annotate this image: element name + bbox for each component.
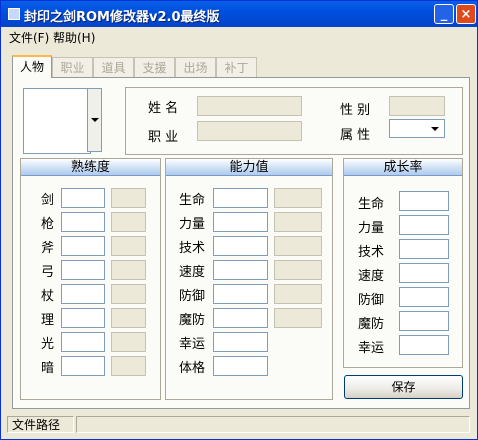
proficiency-input[interactable] [61,332,105,352]
stat-max-field[interactable] [274,188,322,208]
proficiency-rank-field[interactable] [111,308,146,328]
stat-max-field[interactable] [274,308,322,328]
character-list[interactable] [23,88,91,154]
growth-input[interactable] [399,287,449,307]
status-bar: 文件路径 [4,414,472,434]
growth-header: 成长率 [344,159,462,176]
stat-label: 技术 [179,241,206,256]
class-field[interactable] [197,121,302,141]
stat-input[interactable] [213,236,268,256]
proficiency-input[interactable] [61,260,105,280]
proficiency-input[interactable] [61,356,105,376]
proficiency-rank-field[interactable] [111,212,146,232]
proficiency-rank-field[interactable] [111,260,146,280]
tab-appearance[interactable]: 出场 [175,57,216,77]
stat-input[interactable] [213,212,268,232]
stat-label: 生命 [179,193,206,208]
growth-input[interactable] [399,239,449,259]
gender-label: 性 别 [340,103,371,118]
tab-support[interactable]: 支援 [134,57,175,77]
tab-class[interactable]: 职业 [52,57,93,77]
stat-label: 防御 [179,289,206,304]
stat-label: 力量 [179,217,206,232]
growth-input[interactable] [399,191,449,211]
gender-field[interactable] [389,96,445,116]
proficiency-input[interactable] [61,212,105,232]
proficiency-header: 熟练度 [21,159,160,176]
growth-label: 魔防 [358,317,385,332]
proficiency-rank-field[interactable] [111,356,146,376]
growth-input[interactable] [399,215,449,235]
character-list-dropdown-button[interactable] [87,88,102,152]
menu-bar: 文件(F) 帮助(H) [1,27,477,45]
close-button[interactable]: × [456,4,476,24]
stat-input[interactable] [213,332,268,352]
proficiency-input[interactable] [61,308,105,328]
attribute-select[interactable] [389,119,445,138]
stat-input[interactable] [213,260,268,280]
stat-max-field[interactable] [274,236,322,256]
name-label: 姓 名 [148,101,179,116]
stat-label: 魔防 [179,313,206,328]
proficiency-label: 弓 [41,265,55,280]
chevron-down-icon [431,127,439,131]
stats-header: 能力值 [166,159,332,176]
growth-label: 生命 [358,197,385,212]
growth-label: 防御 [358,293,385,308]
proficiency-rank-field[interactable] [111,284,146,304]
stat-input[interactable] [213,308,268,328]
growth-label: 技术 [358,245,385,260]
proficiency-input[interactable] [61,236,105,256]
growth-input[interactable] [399,311,449,331]
proficiency-label: 枪 [41,217,55,232]
proficiency-input[interactable] [61,188,105,208]
growth-label: 速度 [358,269,385,284]
stat-max-field[interactable] [274,212,322,232]
stat-input[interactable] [213,284,268,304]
proficiency-rank-field[interactable] [111,332,146,352]
attribute-label: 属 性 [340,128,371,143]
stat-input[interactable] [213,188,268,208]
class-label: 职 业 [148,130,179,145]
proficiency-input[interactable] [61,284,105,304]
proficiency-label: 光 [41,337,55,352]
app-icon [8,8,20,20]
stat-max-field[interactable] [274,260,322,280]
proficiency-rank-field[interactable] [111,236,146,256]
file-path-value [76,416,470,433]
proficiency-rank-field[interactable] [111,188,146,208]
stat-label: 幸运 [179,337,206,352]
menu-help[interactable]: 帮助(H) [53,29,95,46]
stat-max-field[interactable] [274,284,322,304]
growth-label: 力量 [358,221,385,236]
save-button[interactable]: 保存 [344,375,463,399]
growth-input[interactable] [399,263,449,283]
proficiency-label: 斧 [41,241,55,256]
name-field[interactable] [197,96,302,116]
proficiency-label: 理 [41,313,55,328]
proficiency-label: 暗 [41,361,55,376]
proficiency-label: 剑 [41,193,55,208]
chevron-down-icon [91,118,99,122]
menu-file[interactable]: 文件(F) [9,29,49,46]
proficiency-label: 杖 [41,289,55,304]
stat-label: 速度 [179,265,206,280]
tab-character[interactable]: 人物 [12,55,52,78]
tab-item[interactable]: 道具 [93,57,134,77]
title-bar[interactable]: 封印之剑ROM修改器v2.0最终版 _ × [1,1,477,27]
growth-input[interactable] [399,335,449,355]
stat-label: 体格 [179,361,206,376]
minimize-button[interactable]: _ [434,4,454,24]
stat-input[interactable] [213,356,268,376]
tab-patch[interactable]: 补丁 [216,57,257,77]
file-path-label: 文件路径 [7,416,74,433]
growth-label: 幸运 [358,341,385,356]
window-title: 封印之剑ROM修改器v2.0最终版 [24,10,220,25]
